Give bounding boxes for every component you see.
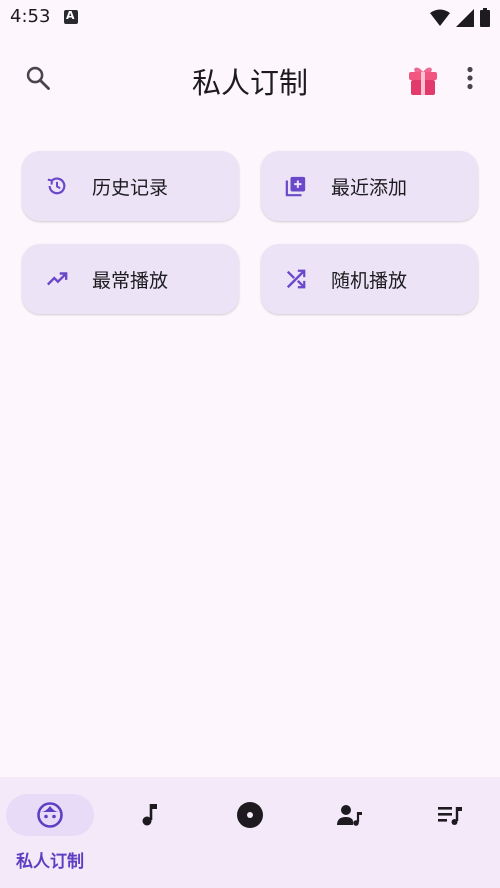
music-note-icon (136, 801, 164, 829)
tile-label: 最常播放 (92, 269, 169, 292)
nav-item-artists[interactable] (300, 777, 400, 888)
top-app-bar: 私人订制 (0, 44, 500, 114)
library-add-icon (285, 175, 307, 197)
face-icon (36, 801, 64, 829)
history-tile[interactable]: 历史记录 (22, 151, 239, 221)
history-icon (46, 175, 68, 197)
bottom-navigation: 私人订制 (0, 777, 500, 888)
more-options-button[interactable] (448, 56, 492, 100)
status-time: 4:53 (10, 6, 51, 27)
more-vert-icon (467, 66, 473, 90)
shuffle-icon (285, 268, 307, 290)
shuffle-play-tile[interactable]: 随机播放 (261, 244, 478, 314)
nav-item-personal[interactable]: 私人订制 (0, 777, 100, 888)
notification-icon (64, 9, 78, 24)
tile-label: 最近添加 (331, 176, 408, 199)
trending-up-icon (46, 268, 68, 290)
album-icon (236, 801, 264, 829)
tile-label: 历史记录 (92, 176, 169, 199)
playlist-icon (436, 801, 464, 829)
gift-icon (409, 67, 437, 95)
gift-button[interactable] (401, 58, 445, 102)
nav-item-songs[interactable] (100, 777, 200, 888)
status-bar: 4:53 (0, 0, 500, 36)
recently-added-tile[interactable]: 最近添加 (261, 151, 478, 221)
nav-item-playlists[interactable] (400, 777, 500, 888)
artist-icon (336, 801, 364, 829)
signal-icon (456, 8, 474, 27)
nav-item-albums[interactable] (200, 777, 300, 888)
nav-label-personal: 私人订制 (16, 852, 84, 872)
most-played-tile[interactable]: 最常播放 (22, 244, 239, 314)
tile-label: 随机播放 (331, 269, 408, 292)
battery-icon (480, 8, 490, 27)
wifi-icon (430, 9, 450, 26)
